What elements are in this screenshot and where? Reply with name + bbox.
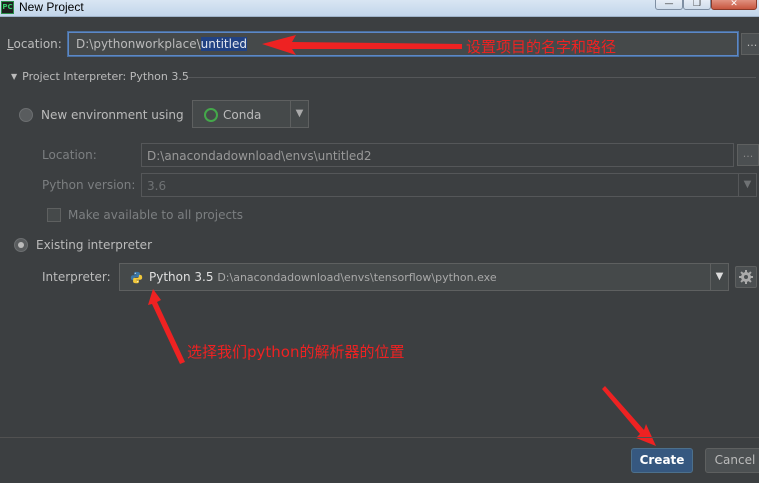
create-button[interactable]: Create [631,448,693,473]
annotation-arrows [148,35,656,446]
footer-divider [0,437,759,438]
interpreter-arrow [148,289,185,364]
cancel-button[interactable]: Cancel [705,448,759,473]
location-arrow [262,35,462,55]
